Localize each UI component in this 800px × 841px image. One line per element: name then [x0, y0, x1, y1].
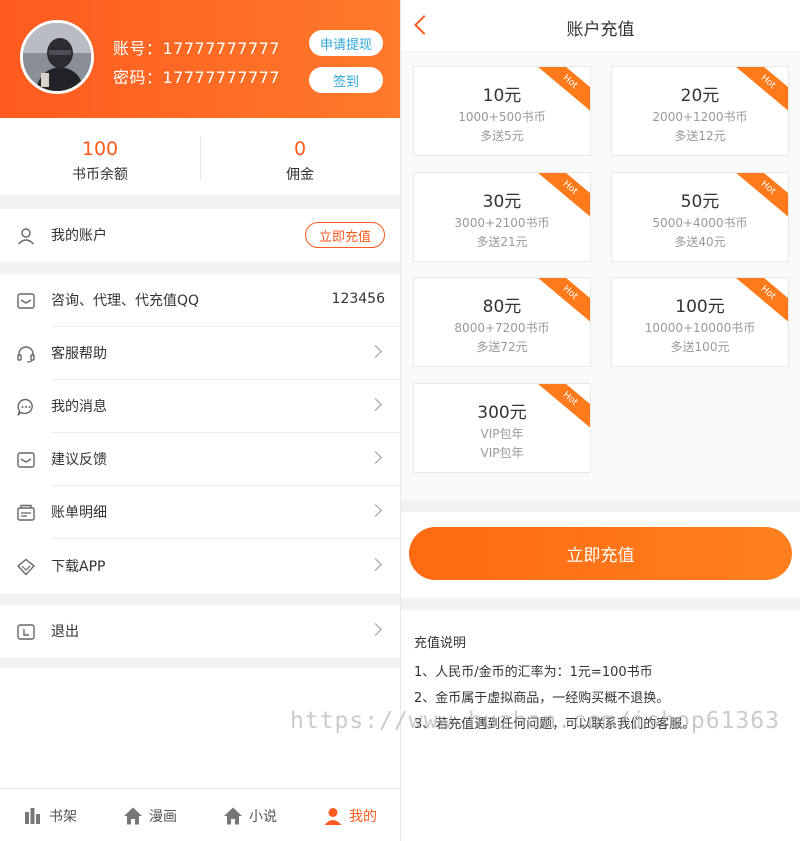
- menu-messages[interactable]: 我的消息: [0, 380, 400, 433]
- headset-icon: [17, 346, 35, 363]
- bookshelf-icon: [25, 807, 40, 824]
- package-detail: 2000+1200书币: [652, 110, 748, 124]
- package-card[interactable]: Hot 30元 3000+2100书币 多送21元: [413, 172, 591, 262]
- checkin-button[interactable]: 签到: [309, 67, 383, 93]
- feedback-icon: [17, 452, 35, 468]
- recharge-screen: 账户充值 Hot 10元 1000+500书币 多送5元 Hot 20元 200…: [401, 0, 800, 841]
- coins-value: 100: [81, 138, 119, 160]
- package-detail: 1000+500书币: [458, 110, 546, 124]
- withdraw-button[interactable]: 申请提现: [309, 30, 383, 56]
- package-bonus: VIP包年: [480, 446, 524, 460]
- user-icon: [324, 807, 342, 825]
- home-icon: [224, 807, 242, 824]
- recharge-notes: 充值说明 1、人民币/金币的汇率为：1元=100书币 2、金币属于虚拟商品，一经…: [414, 632, 794, 739]
- avatar[interactable]: [20, 20, 94, 94]
- package-detail: 5000+4000书币: [652, 216, 748, 230]
- chevron-right-icon: [369, 558, 382, 571]
- menu-bills[interactable]: 账单明细: [0, 486, 400, 539]
- profile-header: 账号：17777777777 密码：17777777777 申请提现 签到: [0, 0, 400, 118]
- notes-title: 充值说明: [414, 636, 467, 651]
- tab-mine[interactable]: 我的: [300, 789, 400, 841]
- tab-novels[interactable]: 小说: [200, 789, 300, 841]
- package-card[interactable]: Hot 300元 VIP包年 VIP包年: [413, 383, 591, 473]
- account-password: 密码：17777777777: [113, 68, 280, 87]
- commission-value: 0: [293, 138, 307, 160]
- menu-label: 我的账户: [51, 228, 107, 244]
- diamond-icon: [16, 558, 36, 576]
- tab-label: 书架: [49, 808, 77, 825]
- commission-stat[interactable]: 0 佣金: [200, 118, 400, 195]
- recharge-header: 账户充值: [401, 0, 800, 52]
- menu-label: 建议反馈: [51, 452, 107, 468]
- package-bonus: 多送21元: [476, 235, 528, 249]
- bottom-tab-bar: 书架 漫画 小说 我的: [0, 788, 400, 841]
- menu-logout[interactable]: 退出: [0, 605, 400, 658]
- menu-label: 咨询、代理、代充值QQ: [51, 293, 200, 309]
- account-number: 账号：17777777777: [113, 39, 280, 58]
- recharge-submit-button[interactable]: 立即充值: [409, 527, 792, 580]
- tab-comics[interactable]: 漫画: [100, 789, 200, 841]
- row-divider: [51, 538, 400, 539]
- menu-label: 客服帮助: [51, 346, 107, 362]
- package-detail: 8000+7200书币: [454, 321, 550, 335]
- coins-label: 书币余额: [72, 167, 128, 183]
- page-title: 账户充值: [566, 20, 635, 40]
- section-gap: [401, 500, 800, 512]
- package-bonus: 多送72元: [476, 340, 528, 354]
- chevron-right-icon: [369, 398, 382, 411]
- section-gap: [0, 658, 400, 668]
- package-bonus: 多送40元: [674, 235, 726, 249]
- coins-stat[interactable]: 100 书币余额: [0, 118, 200, 195]
- chevron-right-icon: [369, 623, 382, 636]
- package-card[interactable]: Hot 100元 10000+10000书币 多送100元: [611, 277, 789, 367]
- menu-download-app[interactable]: 下载APP: [0, 540, 400, 593]
- section-gap: [0, 195, 400, 209]
- package-grid: Hot 10元 1000+500书币 多送5元 Hot 20元 2000+120…: [401, 52, 800, 500]
- profile-screen: 账号：17777777777 密码：17777777777 申请提现 签到 10…: [0, 0, 400, 841]
- tab-shelf[interactable]: 书架: [0, 789, 100, 841]
- tab-label: 我的: [349, 808, 377, 825]
- menu-label: 账单明细: [51, 505, 107, 521]
- commission-label: 佣金: [286, 167, 314, 183]
- package-bonus: 多送100元: [670, 340, 730, 354]
- home-icon: [124, 807, 142, 824]
- tab-label: 小说: [249, 808, 277, 825]
- menu-my-account[interactable]: 我的账户 立即充值: [0, 209, 400, 262]
- bill-icon: [17, 504, 35, 521]
- package-card[interactable]: Hot 80元 8000+7200书币 多送72元: [413, 277, 591, 367]
- note-item: 3、若充值遇到任何问题，可以联系我们的客服。: [414, 717, 696, 732]
- note-item: 2、金币属于虚拟商品，一经购买概不退换。: [414, 691, 670, 706]
- qq-number: 123456: [331, 291, 385, 307]
- menu-label: 下载APP: [51, 559, 106, 575]
- chevron-right-icon: [369, 451, 382, 464]
- package-bonus: 多送12元: [674, 129, 726, 143]
- menu-label: 退出: [51, 624, 79, 640]
- menu-support[interactable]: 客服帮助: [0, 327, 400, 380]
- stats-bar: 100 书币余额 0 佣金: [0, 118, 400, 195]
- user-icon: [17, 228, 35, 245]
- menu-consult-qq[interactable]: 咨询、代理、代充值QQ 123456: [0, 274, 400, 327]
- package-bonus: 多送5元: [480, 129, 524, 143]
- package-detail: VIP包年: [480, 427, 524, 441]
- tab-label: 漫画: [149, 808, 177, 825]
- package-card[interactable]: Hot 50元 5000+4000书币 多送40元: [611, 172, 789, 262]
- package-detail: 10000+10000书币: [644, 321, 756, 335]
- chevron-right-icon: [369, 345, 382, 358]
- package-card[interactable]: Hot 10元 1000+500书币 多送5元: [413, 66, 591, 156]
- menu-feedback[interactable]: 建议反馈: [0, 433, 400, 486]
- package-card[interactable]: Hot 20元 2000+1200书币 多送12元: [611, 66, 789, 156]
- menu-label: 我的消息: [51, 399, 107, 415]
- package-detail: 3000+2100书币: [454, 216, 550, 230]
- section-gap: [401, 598, 800, 610]
- note-item: 1、人民币/金币的汇率为：1元=100书币: [414, 665, 653, 680]
- recharge-now-button[interactable]: 立即充值: [305, 222, 385, 248]
- chevron-right-icon: [369, 504, 382, 517]
- message-icon: [17, 398, 33, 417]
- mail-icon: [17, 293, 35, 309]
- section-gap: [0, 262, 400, 274]
- section-gap: [0, 593, 400, 605]
- logout-icon: [17, 624, 35, 640]
